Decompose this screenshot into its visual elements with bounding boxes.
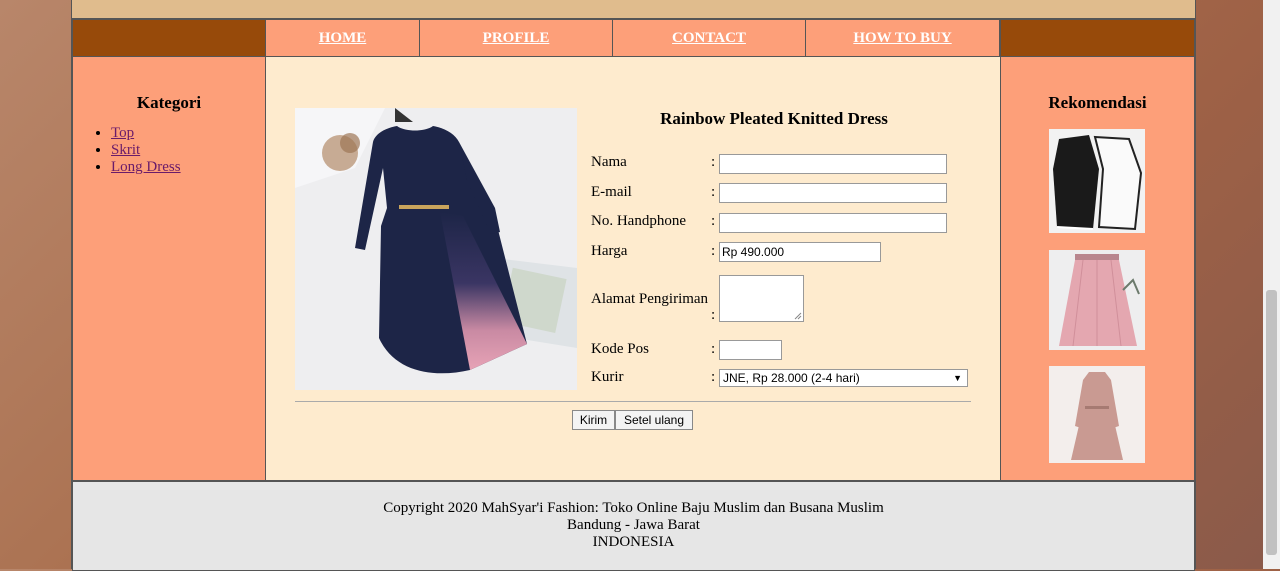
page-container: HOME PROFILE CONTACT HOW TO BUY Kategori…	[71, 0, 1196, 571]
category-sidebar: Kategori Top Skrit Long Dress	[72, 57, 266, 481]
nama-input[interactable]	[719, 154, 947, 174]
email-input[interactable]	[719, 183, 947, 203]
category-item: Skrit	[111, 142, 265, 159]
nav-contact[interactable]: CONTACT	[612, 19, 806, 57]
reset-button[interactable]: Setel ulang	[615, 410, 693, 430]
resize-handle-icon[interactable]	[794, 312, 802, 320]
nav-bar: HOME PROFILE CONTACT HOW TO BUY	[72, 19, 1195, 57]
label-nama: Nama	[591, 154, 627, 170]
divider	[295, 401, 971, 402]
dropdown-arrow-icon: ▼	[953, 373, 962, 383]
footer-country: INDONESIA	[592, 534, 675, 550]
nav-spacer-left	[72, 19, 266, 57]
kurir-select[interactable]: JNE, Rp 28.000 (2-4 hari) ▼	[719, 369, 968, 387]
colon: :	[711, 307, 716, 323]
recommendation-sidebar: Rekomendasi	[1000, 57, 1195, 481]
page-scrollbar[interactable]	[1263, 0, 1280, 569]
label-email: E-mail	[591, 184, 632, 200]
recommendation-title: Rekomendasi	[1048, 93, 1147, 112]
footer-city: Bandung - Jawa Barat	[567, 517, 700, 533]
harga-input[interactable]: Rp 490.000	[719, 242, 881, 262]
scrollbar-thumb[interactable]	[1266, 290, 1277, 555]
colon: :	[711, 341, 716, 357]
category-title: Kategori	[136, 93, 202, 112]
category-link-long-dress[interactable]: Long Dress	[111, 159, 181, 175]
recommendation-thumbnail-3[interactable]	[1049, 366, 1145, 463]
header-band	[72, 0, 1195, 19]
colon: :	[711, 154, 716, 170]
handphone-input[interactable]	[719, 213, 947, 233]
colon: :	[711, 184, 716, 200]
nav-home[interactable]: HOME	[265, 19, 420, 57]
recommendation-thumbnail-1[interactable]	[1049, 129, 1145, 233]
nav-spacer-right	[1000, 19, 1195, 57]
main-content: Rainbow Pleated Knitted Dress Nama : E-m…	[265, 57, 1001, 481]
kurir-selected-value: JNE, Rp 28.000 (2-4 hari)	[723, 371, 860, 385]
footer-copyright: Copyright 2020 MahSyar'i Fashion: Toko O…	[383, 500, 884, 516]
submit-button[interactable]: Kirim	[572, 410, 615, 430]
label-kurir: Kurir	[591, 369, 624, 385]
category-item: Long Dress	[111, 159, 265, 176]
label-harga: Harga	[591, 243, 628, 259]
recommendation-thumbnail-2[interactable]	[1049, 250, 1145, 350]
label-handphone: No. Handphone	[591, 213, 686, 229]
footer: Copyright 2020 MahSyar'i Fashion: Toko O…	[72, 481, 1195, 571]
colon: :	[711, 369, 716, 385]
alamat-textarea[interactable]	[719, 275, 804, 322]
kodepos-input[interactable]	[719, 340, 782, 360]
product-title: Rainbow Pleated Knitted Dress	[660, 109, 888, 128]
category-list: Top Skrit Long Dress	[73, 125, 265, 176]
label-alamat: Alamat Pengiriman	[591, 291, 709, 307]
nav-how-to-buy[interactable]: HOW TO BUY	[805, 19, 1000, 57]
nav-profile[interactable]: PROFILE	[419, 19, 613, 57]
label-kodepos: Kode Pos	[591, 341, 649, 357]
product-image	[295, 108, 577, 390]
category-link-top[interactable]: Top	[111, 125, 134, 141]
colon: :	[711, 213, 716, 229]
category-link-skrit[interactable]: Skrit	[111, 142, 140, 158]
colon: :	[711, 243, 716, 259]
category-item: Top	[111, 125, 265, 142]
